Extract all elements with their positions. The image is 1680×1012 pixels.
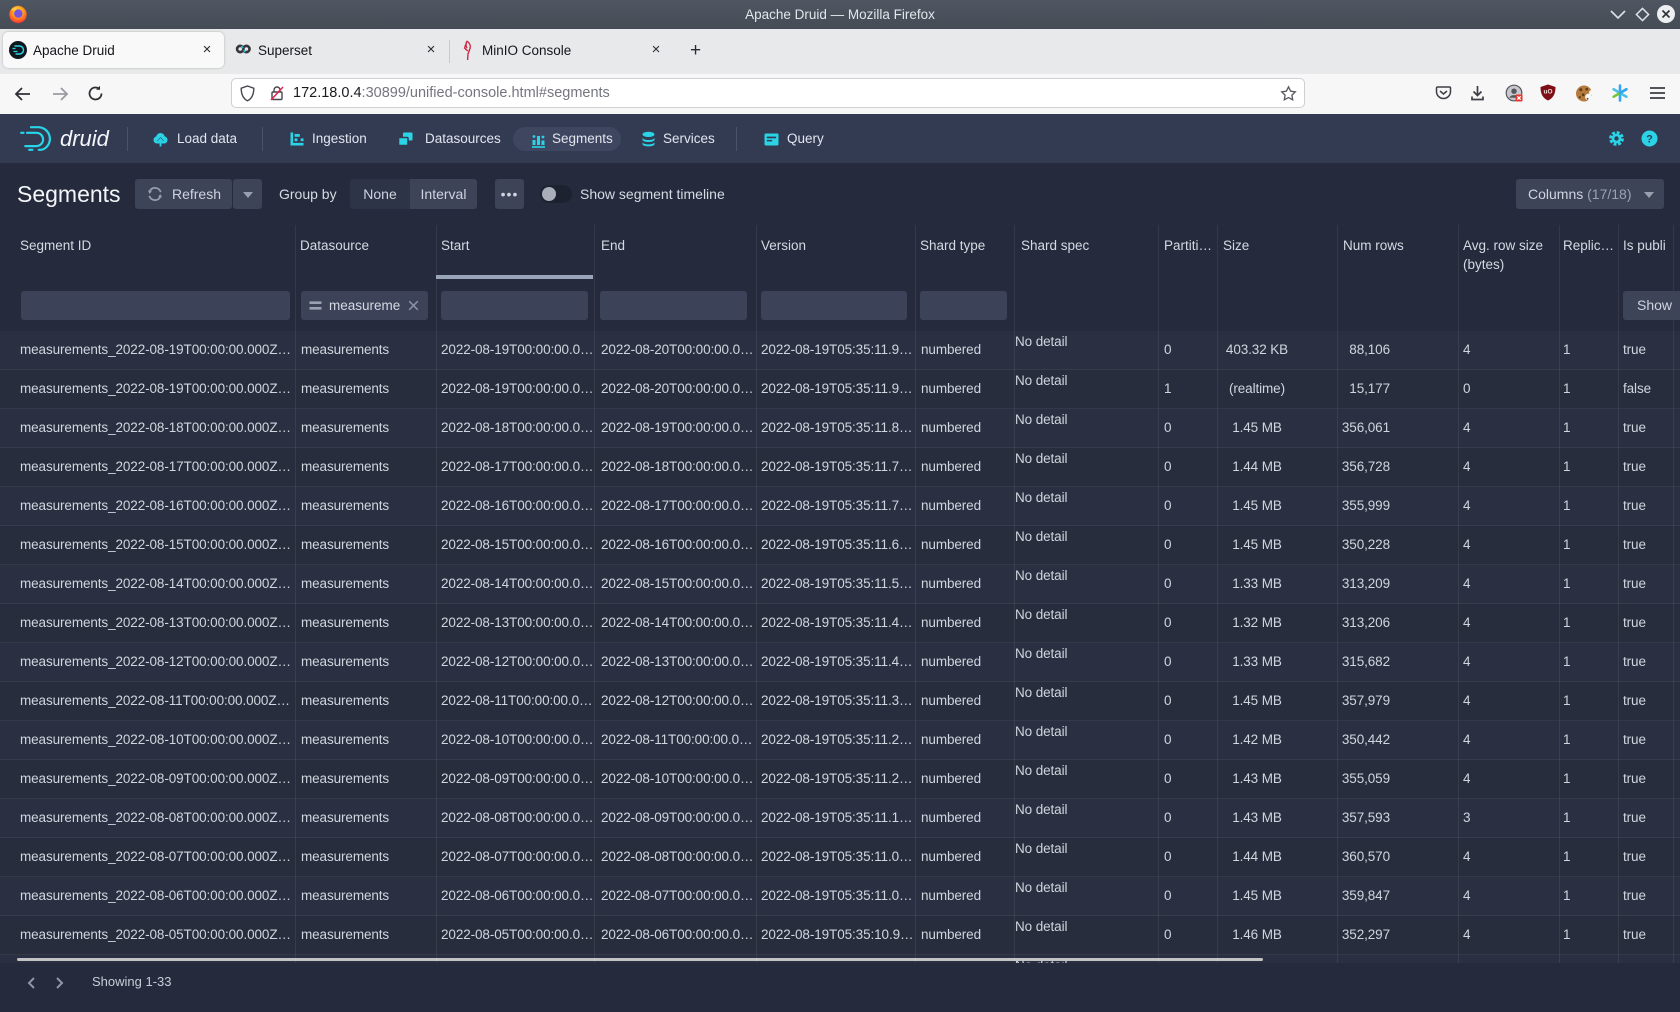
svg-text:?: ?	[1646, 134, 1653, 146]
svg-text:uO: uO	[1543, 89, 1552, 96]
